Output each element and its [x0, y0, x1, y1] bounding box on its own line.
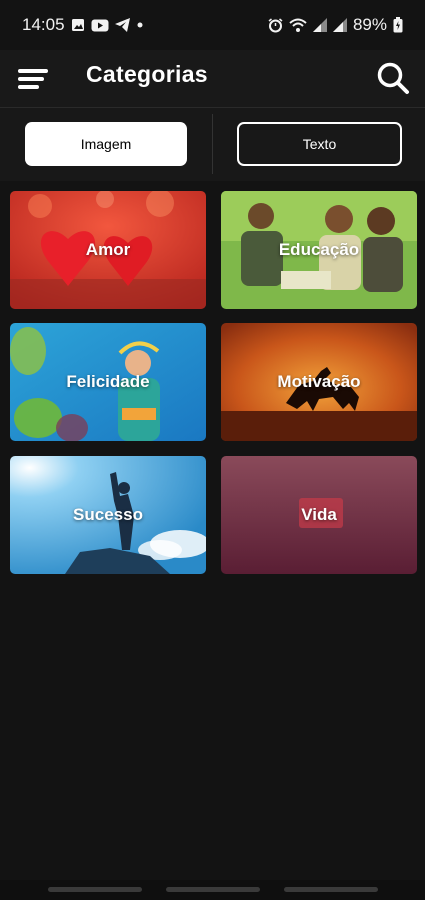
signal-icon — [312, 18, 327, 32]
status-left: 14:05 — [22, 15, 144, 35]
category-card-vida[interactable]: Vida — [221, 456, 417, 574]
category-label: Educação — [278, 240, 360, 259]
nav-back[interactable] — [284, 887, 378, 892]
category-label: Felicidade — [66, 372, 150, 391]
category-label: Vida — [301, 505, 337, 524]
battery-percent: 89% — [352, 15, 387, 34]
category-card-educacao[interactable]: Educação — [221, 191, 417, 309]
alarm-icon — [268, 17, 283, 33]
category-label: Motivação — [277, 372, 361, 391]
category-card-amor[interactable]: Amor — [10, 191, 206, 309]
category-card-sucesso[interactable]: Sucesso — [10, 456, 206, 574]
page-title: Categorias — [86, 61, 208, 87]
category-card-motivacao[interactable]: Motivação — [221, 323, 417, 441]
gallery-icon — [71, 18, 85, 32]
hamburger-menu-icon[interactable] — [16, 64, 50, 94]
signal-icon-2 — [332, 18, 347, 32]
status-right: 89% — [268, 15, 403, 35]
toggle-divider — [212, 114, 213, 174]
battery-icon — [393, 17, 403, 33]
content-type-toggle: Imagem Texto — [0, 108, 425, 181]
tab-text[interactable]: Texto — [237, 122, 402, 166]
wifi-icon — [289, 18, 307, 33]
telegram-icon — [114, 18, 130, 32]
status-bar: 14:05 89% — [0, 0, 425, 50]
youtube-icon — [91, 19, 109, 32]
nav-recents[interactable] — [48, 887, 142, 892]
nav-home[interactable] — [166, 887, 260, 892]
status-time: 14:05 — [22, 15, 65, 34]
system-nav-bar — [0, 880, 425, 900]
category-label: Sucesso — [73, 505, 143, 524]
category-card-felicidade[interactable]: Felicidade — [10, 323, 206, 441]
app-bar: Categorias — [0, 50, 425, 108]
tab-image[interactable]: Imagem — [25, 122, 187, 166]
search-icon[interactable] — [375, 60, 411, 96]
category-label: Amor — [85, 240, 131, 259]
dot-icon — [136, 21, 144, 29]
